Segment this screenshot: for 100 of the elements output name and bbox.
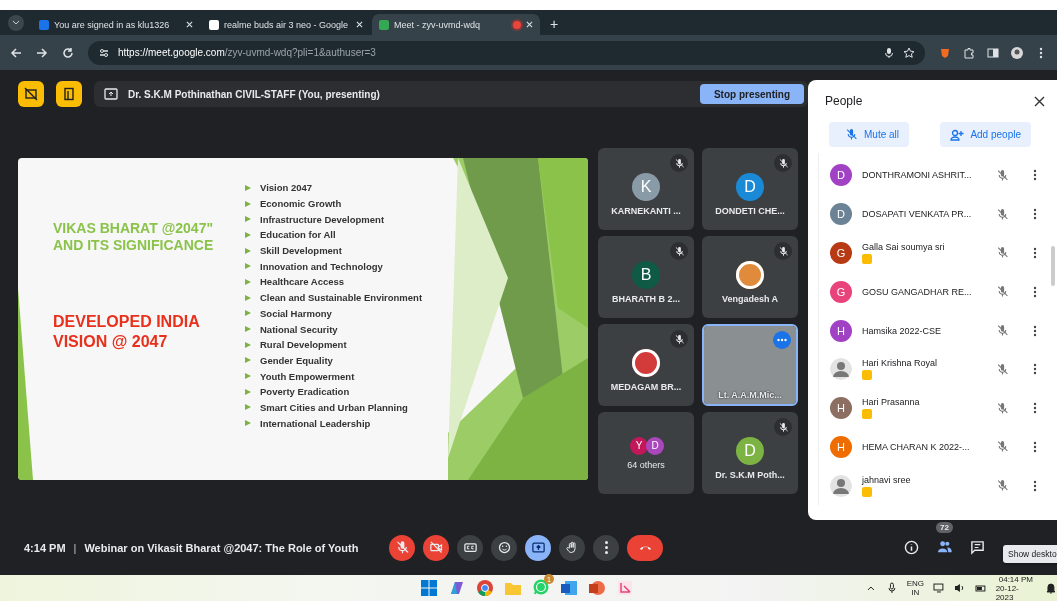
bullet-icon <box>245 278 251 285</box>
sidebar-icon[interactable] <box>987 46 999 59</box>
hide-self-view-icon[interactable] <box>18 81 44 107</box>
muted-icon <box>673 157 685 169</box>
participant-name: jahnavi sree <box>862 474 912 485</box>
profile-icon[interactable] <box>1011 46 1023 59</box>
participant-name: Vengadesh A <box>721 293 779 304</box>
participant-row[interactable]: H Hamsika 2022-CSE <box>819 311 1057 350</box>
stop-presenting-button[interactable]: Stop presenting <box>700 84 804 104</box>
meeting-time: 4:14 PM <box>24 541 66 554</box>
add-people-button[interactable]: Add people <box>940 122 1031 147</box>
browser-tab[interactable]: realme buds air 3 neo - Google <box>202 14 370 35</box>
new-tab-button[interactable]: + <box>550 16 559 32</box>
bullet-icon <box>245 341 251 348</box>
network-icon[interactable] <box>933 582 945 594</box>
region-label[interactable]: IN <box>911 588 920 597</box>
muted-icon <box>996 479 1009 493</box>
avatar-silhouette-icon <box>830 474 852 497</box>
speaker-icon[interactable] <box>953 582 966 594</box>
participant-name: KARNEKANTI ... <box>611 205 681 216</box>
tab-search-icon[interactable] <box>8 15 24 31</box>
microphone-icon[interactable] <box>883 46 895 59</box>
site-icon <box>39 19 49 30</box>
participant-row[interactable]: G GOSU GANGADHAR RE... <box>819 272 1057 312</box>
participant-row[interactable]: H HEMA CHARAN K 2022-... <box>819 427 1057 467</box>
door-icon[interactable] <box>56 81 82 107</box>
close-icon[interactable] <box>1034 95 1045 107</box>
star-icon[interactable] <box>903 46 915 59</box>
participant-tile[interactable]: D DONDETI CHE... <box>702 148 798 230</box>
browser-tab[interactable]: Meet - zyv-uvmd-wdq <box>372 14 540 35</box>
more-options-icon[interactable] <box>1033 479 1037 492</box>
more-options-icon <box>603 540 609 555</box>
muted-icon <box>996 207 1009 221</box>
participant-tile[interactable]: D Dr. S.K.M Poth... <box>702 412 798 494</box>
extension-icon[interactable] <box>963 46 975 59</box>
browser-tab[interactable]: You are signed in as klu1326 <box>32 14 200 35</box>
forward-icon[interactable] <box>36 46 48 59</box>
more-options-icon[interactable] <box>1033 285 1037 298</box>
scrollbar[interactable] <box>1051 246 1055 286</box>
participant-tile[interactable]: Vengadesh A <box>702 236 798 318</box>
present-button[interactable] <box>525 534 551 561</box>
participant-tile[interactable]: Y D 64 others <box>598 412 694 494</box>
participant-row[interactable]: D DOSAPATI VENKATA PR... <box>819 194 1057 234</box>
browser-icon[interactable] <box>476 579 494 597</box>
slide-bullet: Healthcare Access <box>260 276 345 288</box>
reload-icon[interactable] <box>62 46 74 59</box>
participant-row[interactable]: G Galla Sai soumya sri <box>819 233 1057 273</box>
document-icon[interactable] <box>560 579 578 597</box>
back-icon[interactable] <box>10 46 22 59</box>
site-settings-icon[interactable] <box>98 46 110 59</box>
bullet-icon <box>245 420 251 427</box>
clock-date[interactable]: 20-12-2023 <box>995 583 1037 601</box>
add-person-icon <box>950 128 965 141</box>
mute-all-button[interactable]: Mute all <box>829 122 909 147</box>
presenter-label: Dr. S.K.M Pothinathan CIVIL-STAFF (You, presenting) <box>128 88 380 100</box>
slide-bullet: Youth Empowerment <box>260 370 355 382</box>
bullet-icon <box>245 263 251 270</box>
more-options-icon[interactable] <box>1033 208 1037 221</box>
more-options-icon[interactable] <box>1033 363 1037 376</box>
slide-bullet: Poverty Eradication <box>260 386 350 398</box>
participant-tile[interactable]: MEDAGAM BR... <box>598 324 694 406</box>
more-options-icon[interactable] <box>1033 440 1037 453</box>
copilot-icon[interactable] <box>448 579 466 597</box>
participant-tile[interactable]: B BHARATH B 2... <box>598 236 694 318</box>
more-options-icon[interactable] <box>1033 169 1037 182</box>
participant-row[interactable]: Hari Krishna Royal <box>819 350 1057 389</box>
raise-hand-button[interactable] <box>559 534 585 561</box>
clock-time[interactable]: 04:14 PM <box>998 574 1033 584</box>
avatar: B <box>632 260 660 289</box>
chat-icon[interactable] <box>970 540 985 555</box>
meeting-title: Webinar on Vikasit Bharat @2047: The Role of Youth <box>84 541 359 554</box>
participant-row[interactable]: jahnavi sree <box>819 466 1057 506</box>
slide-bullet: International Leadership <box>260 417 371 429</box>
reactions-button[interactable] <box>491 534 517 561</box>
shield-icon[interactable] <box>939 46 951 59</box>
bullet-icon <box>245 310 251 317</box>
start-icon[interactable] <box>420 579 438 597</box>
participant-row[interactable]: D DONTHRAMONI ASHRIT... <box>819 156 1057 195</box>
leave-call-button[interactable] <box>627 534 663 561</box>
muted-icon <box>673 333 685 345</box>
more-options-icon[interactable] <box>1033 247 1037 259</box>
chat-bubble-icon[interactable] <box>532 578 550 596</box>
address-bar[interactable]: https://meet.google.com/zyv-uvmd-wdq?pli=1&authuser=3 <box>88 40 925 65</box>
camera-button[interactable] <box>423 534 449 561</box>
participant-row[interactable]: H Hari Prasanna <box>819 388 1057 428</box>
microphone-icon[interactable] <box>885 582 898 594</box>
battery-icon[interactable] <box>974 582 987 594</box>
language-label[interactable]: ENG <box>906 579 925 588</box>
more-options-icon[interactable] <box>1033 402 1037 415</box>
bullet-icon <box>245 373 251 380</box>
bell-icon[interactable] <box>1045 582 1057 594</box>
participant-tile[interactable]: K KARNEKANTI ... <box>598 148 694 230</box>
people-icon[interactable] <box>937 539 952 554</box>
microphone-button[interactable] <box>389 534 415 561</box>
slides-app-icon[interactable] <box>588 579 606 597</box>
info-icon[interactable] <box>904 540 919 555</box>
more-options-button[interactable] <box>593 534 619 561</box>
captions-button[interactable] <box>457 534 483 561</box>
more-options-icon[interactable] <box>1033 324 1037 337</box>
snipping-tool-icon[interactable] <box>616 579 634 597</box>
